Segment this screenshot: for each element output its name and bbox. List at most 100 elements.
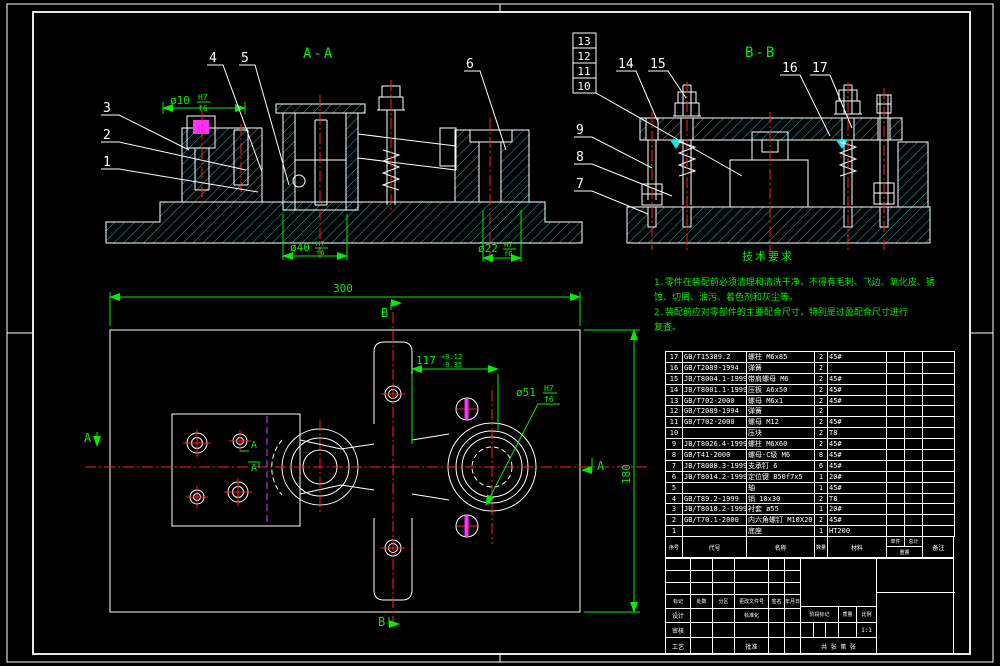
tb-drawing-number (877, 593, 955, 655)
tb-standard: 标准化 (735, 609, 769, 623)
part-material: 45# (827, 372, 887, 385)
part-code: JB/T8001.1-1999 (682, 383, 747, 396)
part-total-weight (904, 525, 923, 538)
part-remark (922, 351, 955, 363)
balloon-6: 6 (466, 57, 474, 72)
parts-list-row: 4 GB/T89.2-1999 销 10x30 2 T8 (665, 492, 955, 505)
svg-text:ø51: ø51 (516, 386, 536, 399)
part-total-weight (904, 372, 923, 385)
link-piece (439, 127, 457, 167)
section-aa-view: A-A ø10 H7 f6 ø40 H7 f6 ø22 H7 f6 3 2 1 … (101, 46, 583, 262)
part-no: 14 (665, 383, 683, 396)
part-name: 支承钉 6 (746, 459, 815, 472)
balloon-13: 13 (577, 35, 590, 48)
part-total-weight (904, 351, 923, 363)
part-code: GB/T2089-1994 (682, 361, 747, 374)
balloon-7: 7 (576, 177, 584, 192)
parts-list-row: 7 JB/T8008.3-1999 支承钉 6 6 45# (665, 459, 955, 472)
part-qty: 2 (814, 405, 828, 418)
part-unit-weight (886, 361, 905, 374)
part-total-weight (904, 459, 923, 472)
part-qty: 2 (814, 416, 828, 429)
tb-scale-value: 1:1 (857, 623, 877, 638)
notes-title: 技术要求 (742, 250, 794, 263)
part-unit-weight (886, 492, 905, 505)
title-block: 标记 处数 分区 更改文件号 签名 年月日 设计 标准化 审核 工艺 批准 阶段… (665, 558, 955, 655)
balloons-aa: 3 2 1 4 5 6 (101, 51, 507, 193)
note-line: 复查。 (654, 323, 682, 333)
hdr-no: 序号 (666, 537, 683, 557)
part-no: 8 (665, 449, 683, 461)
tb-sheets: 共 张 第 张 (801, 638, 877, 655)
part-remark (922, 416, 955, 429)
part-material: 20# (827, 470, 887, 483)
part-total-weight (904, 383, 923, 396)
note-line: 2.装配前应对零部件的主要配合尺寸，特别是过盈配合尺寸进行 (654, 308, 908, 318)
part-name: 螺母-C级 M6 (746, 449, 815, 461)
part-no: 16 (665, 361, 683, 374)
parts-list-row: 1 底座 1 HT200 (665, 525, 955, 538)
part-qty: 2 (814, 394, 828, 407)
svg-text:117: 117 (416, 354, 436, 367)
part-no: 11 (665, 416, 683, 429)
parts-list-row: 16 GB/T2089-1994 弹簧 2 (665, 361, 955, 374)
part-material: HT200 (827, 525, 887, 538)
part-remark (922, 438, 955, 451)
marker-a-mid1: A (251, 440, 257, 451)
part-material: 45# (827, 481, 887, 494)
part-unit-weight (886, 481, 905, 494)
tb-count: 处数 (691, 595, 713, 609)
dim-d10: ø10 H7 f6 (162, 93, 246, 114)
part-qty: 1 (814, 481, 828, 494)
part-qty: 2 (814, 492, 828, 505)
tb-process: 工艺 (666, 638, 691, 655)
part-no: 6 (665, 470, 683, 483)
technical-notes: 1.零件在装配前必须清理和清洗干净，不得有毛刺、飞边、氧化皮、锈 蚀、切屑、油污、… (654, 276, 954, 336)
part-name: 定位键 B50f7x5 (746, 470, 815, 483)
hdr-qty: 数量 (815, 537, 828, 557)
part-unit-weight (886, 470, 905, 483)
note-line: 蚀、切屑、油污、着色剂和灰尘等。 (654, 293, 799, 303)
part-material: 20# (827, 503, 887, 516)
part-total-weight (904, 492, 923, 505)
part-total-weight (904, 427, 923, 440)
part-qty: 2 (814, 361, 828, 374)
part-code (682, 525, 747, 538)
part-qty: 8 (814, 449, 828, 461)
parts-list-row: 13 GB/T702-2000 螺母 M6x1 2 45# (665, 394, 955, 407)
part-no: 9 (665, 438, 683, 451)
part-unit-weight (886, 525, 905, 538)
svg-text:H7: H7 (316, 240, 324, 248)
svg-text:-0.35: -0.35 (441, 361, 462, 369)
parts-list-row: 11 GB/T702-2000 螺母 M12 2 45# (665, 416, 955, 429)
balloon-4: 4 (209, 51, 217, 66)
parts-list-row: 14 JB/T8001.1-1999 压板 A6x50 2 45# (665, 383, 955, 396)
plan-subplate (171, 413, 301, 527)
part-name: 轴 (746, 481, 815, 494)
parts-list-row: 2 GB/T70.1-2000 内六角螺钉 M10X20 2 45# (665, 514, 955, 527)
part-unit-weight (886, 416, 905, 429)
bb-clamp-plate (639, 117, 903, 141)
parts-list-row: 8 GB/T41-2000 螺母-C级 M6 8 45# (665, 449, 955, 461)
part-qty: 2 (814, 383, 828, 396)
part-qty: 1 (814, 525, 828, 538)
part-unit-weight (886, 405, 905, 418)
svg-text:H7: H7 (504, 241, 512, 249)
part-remark (922, 481, 955, 494)
part-material: 45# (827, 394, 887, 407)
parts-list-row: 12 GB/T2089-1994 弹簧 2 (665, 405, 955, 418)
part-name: 销 10x30 (746, 492, 815, 505)
balloon-11: 11 (577, 65, 590, 78)
hdr-remark: 备注 (932, 544, 945, 552)
bb-right-block (897, 141, 929, 208)
svg-text:+0.12: +0.12 (441, 353, 462, 361)
balloon-16: 16 (782, 61, 798, 76)
balloon-10: 10 (577, 80, 590, 93)
part-material: 45# (827, 438, 887, 451)
balloon-stack-bb: 13 12 11 10 (572, 32, 743, 177)
part-material: 45# (827, 459, 887, 472)
tb-design: 设计 (666, 609, 691, 623)
part-remark (922, 492, 955, 505)
part-remark (922, 394, 955, 407)
part-total-weight (904, 514, 923, 527)
